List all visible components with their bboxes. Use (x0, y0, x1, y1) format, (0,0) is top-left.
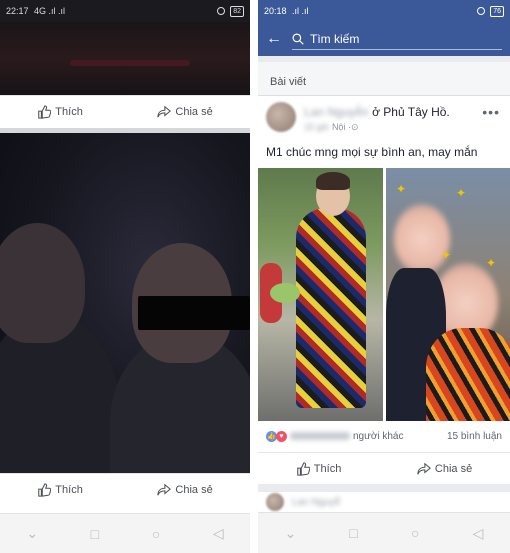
face-blurred-male (394, 204, 450, 274)
post-text: M1 chúc mng mọi sự bình an, may mắn (266, 145, 478, 159)
square-recent-icon[interactable]: □ (91, 526, 99, 542)
circle-home-icon[interactable]: ○ (411, 525, 419, 541)
post-meta: 15 giờ Nội ·⊙ (304, 122, 450, 133)
triangle-back-icon[interactable]: ◁ (213, 525, 224, 542)
next-post-author: Lan Nguyễ (292, 496, 341, 508)
author-name-blurred[interactable]: Lan Nguyễn (304, 105, 369, 119)
square-recent-icon[interactable]: □ (349, 525, 357, 541)
share-button[interactable]: Chia sẻ (417, 462, 472, 476)
status-time: 20:18 (264, 6, 287, 16)
post-location[interactable]: ở Phủ Tây Hồ. (372, 105, 450, 119)
reaction-summary[interactable]: 👍 ♥ người khác (266, 430, 404, 442)
alarm-icon (216, 6, 225, 15)
status-time: 22:17 (6, 6, 29, 16)
globe-icon: ·⊙ (347, 122, 359, 132)
reactions-suffix: người khác (353, 430, 404, 442)
left-phone-screen: 22:17 4G .ıl .ıl 82 Thích Chia sẻ Thích … (0, 0, 250, 553)
share-button[interactable]: Chia sẻ (157, 105, 213, 119)
status-bar: 22:17 4G .ıl .ıl 82 (0, 0, 250, 22)
search-input[interactable] (310, 31, 460, 46)
post-actions-bottom: Thích Chia sẻ (0, 473, 250, 506)
status-bar: 20:18 .ıl .ıl 76 (258, 0, 510, 22)
battery-indicator: 76 (490, 6, 504, 17)
android-nav-bar: ⌄ □ ○ ◁ (0, 513, 250, 553)
like-button[interactable]: Thích (37, 105, 83, 119)
more-options-icon[interactable]: ••• (482, 104, 500, 120)
female-shirt (426, 328, 510, 421)
feed-post: Lan Nguyễn ở Phủ Tây Hồ. 15 giờ Nội ·⊙ •… (258, 96, 510, 484)
share-button[interactable]: Chia sẻ (157, 483, 213, 497)
like-label: Thích (55, 484, 83, 496)
produce-basket (270, 283, 300, 303)
avatar[interactable] (266, 102, 296, 132)
circle-home-icon[interactable]: ○ (152, 526, 160, 542)
chevron-down-icon[interactable]: ⌄ (26, 525, 38, 542)
like-label: Thích (313, 462, 342, 475)
search-icon (292, 33, 304, 45)
facebook-search-header: ← (258, 22, 510, 56)
like-button[interactable]: Thích (296, 461, 342, 476)
person-patterned-jacket (296, 208, 366, 408)
love-reaction-icon: ♥ (276, 430, 287, 442)
sparkle-icon: ✦ (486, 256, 497, 270)
post-photo-dark-top[interactable] (0, 22, 250, 95)
right-phone-screen: 20:18 .ıl .ıl 76 ← Bài viết Lan Nguyễn (258, 0, 510, 553)
post-author-line: Lan Nguyễn ở Phủ Tây Hồ. (304, 105, 450, 119)
alarm-icon (476, 6, 485, 15)
post-photos: ✦ ✦ ✦ ✦ (258, 168, 510, 421)
signal-indicator: .ıl .ıl (292, 6, 309, 16)
person-left-head (0, 223, 85, 343)
sparkle-icon: ✦ (456, 186, 467, 200)
like-label: Thích (55, 106, 83, 118)
post-photo-selfie-couple[interactable]: ✦ ✦ ✦ ✦ (386, 168, 510, 421)
person-hair (316, 172, 350, 190)
triangle-back-icon[interactable]: ◁ (473, 525, 484, 542)
next-post-preview: Lan Nguyễ (258, 492, 510, 512)
reactors-blurred (290, 432, 350, 440)
post-time-blurred: 15 giờ (304, 122, 330, 132)
share-arrow-icon (157, 483, 172, 496)
like-button[interactable]: Thích (37, 483, 83, 497)
sparkle-icon: ✦ (441, 248, 452, 262)
post-photo-back-view[interactable] (258, 168, 383, 421)
share-arrow-icon (417, 462, 431, 474)
post-header: Lan Nguyễn ở Phủ Tây Hồ. 15 giờ Nội ·⊙ •… (258, 96, 510, 140)
sparkle-icon: ✦ (396, 182, 407, 196)
reactions-row: 👍 ♥ người khác 15 bình luận (258, 424, 510, 448)
share-label: Chia sẻ (175, 106, 213, 118)
post-actions: Thích Chia sẻ (258, 452, 510, 484)
post-actions-top: Thích Chia sẻ (0, 95, 250, 128)
signal-indicator: 4G .ıl .ıl (34, 6, 66, 16)
section-label-posts: Bài viết (258, 62, 510, 96)
battery-indicator: 82 (230, 6, 244, 17)
search-bar[interactable] (292, 28, 502, 50)
share-label: Chia sẻ (434, 462, 473, 475)
comment-count[interactable]: 15 bình luận (447, 431, 502, 442)
censor-bar (138, 296, 250, 330)
screenshot-canvas: 22:17 4G .ıl .ıl 82 Thích Chia sẻ Thích … (0, 0, 510, 553)
avatar[interactable] (266, 493, 284, 511)
thumbs-up-icon (297, 461, 310, 476)
thumbs-up-icon (38, 105, 52, 119)
thumbs-up-icon (38, 483, 52, 497)
chevron-down-icon[interactable]: ⌄ (285, 525, 297, 542)
share-arrow-icon (157, 105, 172, 118)
back-arrow-icon[interactable]: ← (266, 30, 282, 48)
share-label: Chia sẻ (175, 484, 213, 496)
post-place-sub: Nội (331, 122, 346, 132)
android-nav-bar: ⌄ □ ○ ◁ (258, 512, 510, 553)
